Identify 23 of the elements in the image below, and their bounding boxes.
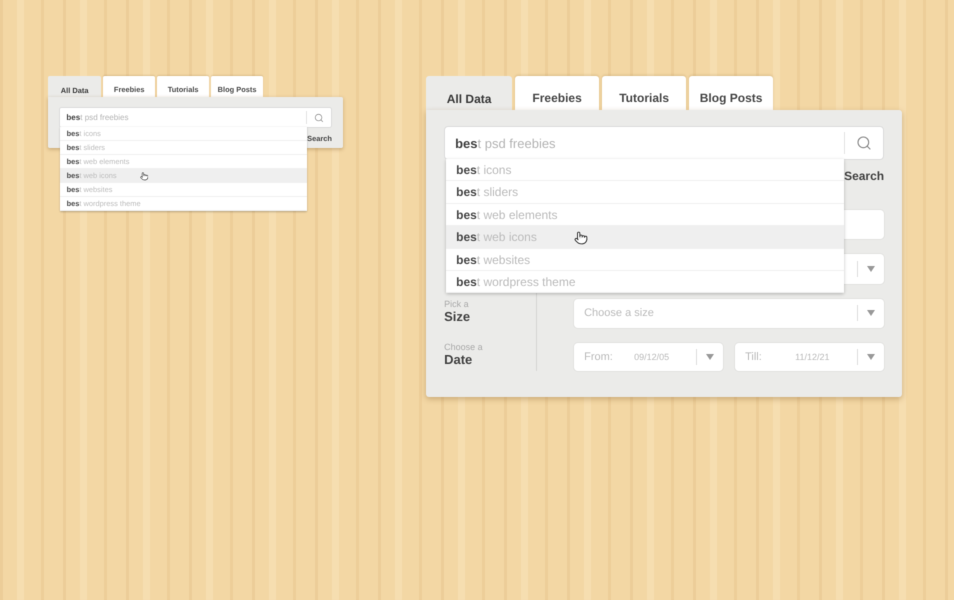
dropdown-arrow-icon[interactable] — [867, 354, 876, 360]
suggestion-item[interactable]: best websites — [446, 248, 844, 271]
suggestion-item[interactable]: best sliders — [446, 181, 844, 204]
suggestion-item[interactable]: best wordpress theme — [446, 270, 844, 294]
search-icon[interactable] — [856, 135, 872, 151]
tab[interactable]: All Data — [426, 76, 512, 110]
filter-hint: Choose a — [444, 342, 484, 352]
search-field[interactable]: best psd freebies — [444, 126, 884, 160]
search-icon[interactable] — [314, 112, 324, 122]
suggestion-item[interactable]: best icons — [446, 159, 844, 182]
filter-hint: Pick a — [444, 299, 470, 309]
suggestion-item[interactable]: best web elements — [446, 204, 844, 226]
tab[interactable]: Tutorials — [602, 76, 686, 110]
dropdown-arrow-icon[interactable] — [867, 310, 876, 316]
filter-label: Size — [444, 309, 472, 324]
tab[interactable]: Freebies — [515, 76, 600, 110]
dropdown-arrow-icon[interactable] — [867, 266, 876, 272]
hand-pointer-icon — [140, 172, 148, 181]
search-label[interactable]: Search — [844, 169, 884, 183]
tab[interactable]: Blog Posts — [689, 76, 774, 110]
dropdown-arrow-icon[interactable] — [706, 354, 714, 360]
hand-pointer-icon — [574, 231, 588, 246]
filter-label: Date — [444, 352, 474, 367]
